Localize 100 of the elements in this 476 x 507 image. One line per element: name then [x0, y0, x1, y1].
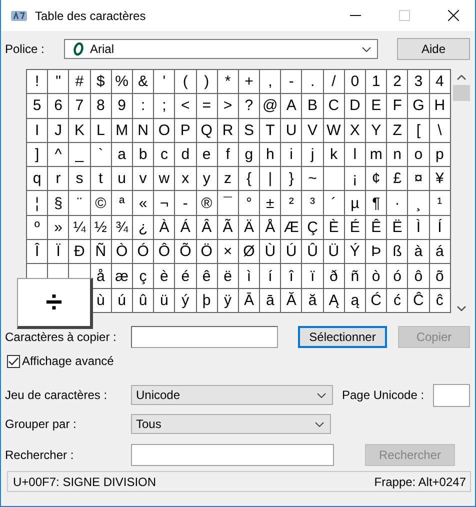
char-cell[interactable]: n — [387, 142, 408, 166]
char-cell[interactable]: ¨ — [69, 191, 90, 215]
char-cell[interactable]: ² — [281, 191, 302, 215]
maximize-icon[interactable] — [399, 10, 410, 21]
char-cell[interactable]: ° — [238, 191, 260, 215]
char-cell[interactable]: \ — [430, 118, 450, 142]
char-cell[interactable]: } — [281, 167, 302, 190]
char-cell[interactable]: # — [69, 70, 90, 94]
char-cell[interactable]: ± — [260, 191, 280, 215]
char-cell[interactable]: h — [260, 142, 280, 166]
char-cell[interactable]: w — [154, 167, 174, 190]
char-cell[interactable]: A — [281, 94, 302, 118]
char-cell[interactable]: ] — [27, 142, 48, 166]
char-cell[interactable]: ç — [132, 264, 154, 288]
char-cell[interactable]: p — [430, 142, 450, 166]
char-cell[interactable]: " — [48, 70, 68, 94]
char-cell[interactable]: ½ — [90, 216, 111, 240]
char-cell[interactable]: l — [344, 142, 365, 166]
char-cell[interactable]: @ — [260, 94, 280, 118]
char-cell[interactable]: Q — [196, 118, 217, 142]
char-cell[interactable]: 0 — [344, 70, 365, 94]
char-cell[interactable]: < — [175, 94, 196, 118]
char-cell[interactable]: 9 — [112, 94, 132, 118]
char-cell[interactable]: G — [408, 94, 429, 118]
char-cell[interactable]: µ — [344, 191, 365, 215]
char-cell[interactable]: Û — [302, 240, 323, 264]
char-cell[interactable]: 6 — [48, 94, 68, 118]
char-cell[interactable]: 2 — [387, 70, 408, 94]
char-cell[interactable]: Ë — [387, 216, 408, 240]
char-cell[interactable]: ñ — [344, 264, 365, 288]
char-cell[interactable]: ć — [387, 288, 408, 312]
char-cell[interactable]: Æ — [281, 216, 302, 240]
char-cell[interactable]: s — [69, 167, 90, 190]
char-cell[interactable]: [ — [408, 118, 429, 142]
char-cell[interactable]: Ô — [154, 240, 174, 264]
char-cell[interactable]: ³ — [302, 191, 323, 215]
char-cell[interactable]: a — [112, 142, 132, 166]
char-cell[interactable]: N — [132, 118, 154, 142]
char-cell[interactable]: . — [302, 70, 323, 94]
char-cell[interactable]: ® — [196, 191, 217, 215]
char-cell[interactable]: þ — [196, 288, 217, 312]
char-cell[interactable]: H — [430, 94, 450, 118]
char-cell[interactable]: V — [302, 118, 323, 142]
char-cell[interactable]: ï — [302, 264, 323, 288]
char-cell[interactable]: À — [154, 216, 174, 240]
char-cell[interactable]: u — [112, 167, 132, 190]
char-cell[interactable]: Î — [27, 240, 48, 264]
char-cell[interactable]: z — [218, 167, 238, 190]
char-cell[interactable]: « — [132, 191, 154, 215]
char-cell[interactable]: 3 — [408, 70, 429, 94]
char-cell[interactable]: Ĉ — [408, 288, 429, 312]
char-cell[interactable]: R — [218, 118, 238, 142]
char-cell[interactable]: | — [260, 167, 280, 190]
char-cell[interactable]: ? — [238, 94, 260, 118]
char-cell[interactable]: y — [196, 167, 217, 190]
char-cell[interactable]: i — [281, 142, 302, 166]
char-cell[interactable]: ß — [387, 240, 408, 264]
char-cell[interactable]: ð — [324, 264, 344, 288]
char-cell[interactable]: õ — [430, 264, 450, 288]
char-cell[interactable]: ¬ — [154, 191, 174, 215]
char-cell[interactable]: e — [196, 142, 217, 166]
char-cell[interactable]: U — [281, 118, 302, 142]
char-cell[interactable]: ô — [408, 264, 429, 288]
char-cell[interactable]: Ì — [408, 216, 429, 240]
char-cell[interactable]: ý — [175, 288, 196, 312]
char-cell[interactable]: û — [132, 288, 154, 312]
char-cell[interactable]: k — [324, 142, 344, 166]
char-cell[interactable]: D — [344, 94, 365, 118]
char-cell[interactable]: / — [324, 70, 344, 94]
char-cell[interactable]: c — [154, 142, 174, 166]
char-cell[interactable]: ' — [154, 70, 174, 94]
char-cell[interactable]: ă — [302, 288, 323, 312]
char-cell[interactable]: W — [324, 118, 344, 142]
char-cell[interactable]: ¹ — [430, 191, 450, 215]
char-cell[interactable]: : — [132, 94, 154, 118]
char-cell[interactable]: ĉ — [430, 288, 450, 312]
scroll-up-icon[interactable] — [456, 75, 466, 80]
char-cell[interactable]: ^ — [48, 142, 68, 166]
char-cell[interactable]: Å — [260, 216, 280, 240]
copy-field[interactable] — [131, 326, 278, 348]
char-cell[interactable]: B — [302, 94, 323, 118]
char-cell[interactable]: L — [90, 118, 111, 142]
char-cell[interactable]: ª — [112, 191, 132, 215]
char-cell[interactable]: J — [48, 118, 68, 142]
char-cell[interactable]: Ö — [196, 240, 217, 264]
char-cell[interactable]: ÿ — [218, 288, 238, 312]
char-cell[interactable]: q — [27, 167, 48, 190]
char-cell[interactable]: Ø — [238, 240, 260, 264]
char-cell[interactable]: ; — [154, 94, 174, 118]
font-dropdown[interactable]: Arial — [64, 39, 378, 59]
scrollbar-thumb[interactable] — [452, 85, 470, 101]
char-cell[interactable]: j — [302, 142, 323, 166]
char-cell[interactable]: C — [324, 94, 344, 118]
char-cell[interactable]: 7 — [69, 94, 90, 118]
char-cell[interactable]: É — [344, 216, 365, 240]
charset-dropdown[interactable]: Unicode — [131, 385, 333, 405]
char-cell[interactable]: S — [238, 118, 260, 142]
char-cell[interactable]: È — [324, 216, 344, 240]
char-cell[interactable]: % — [112, 70, 132, 94]
search-field[interactable] — [131, 444, 334, 466]
